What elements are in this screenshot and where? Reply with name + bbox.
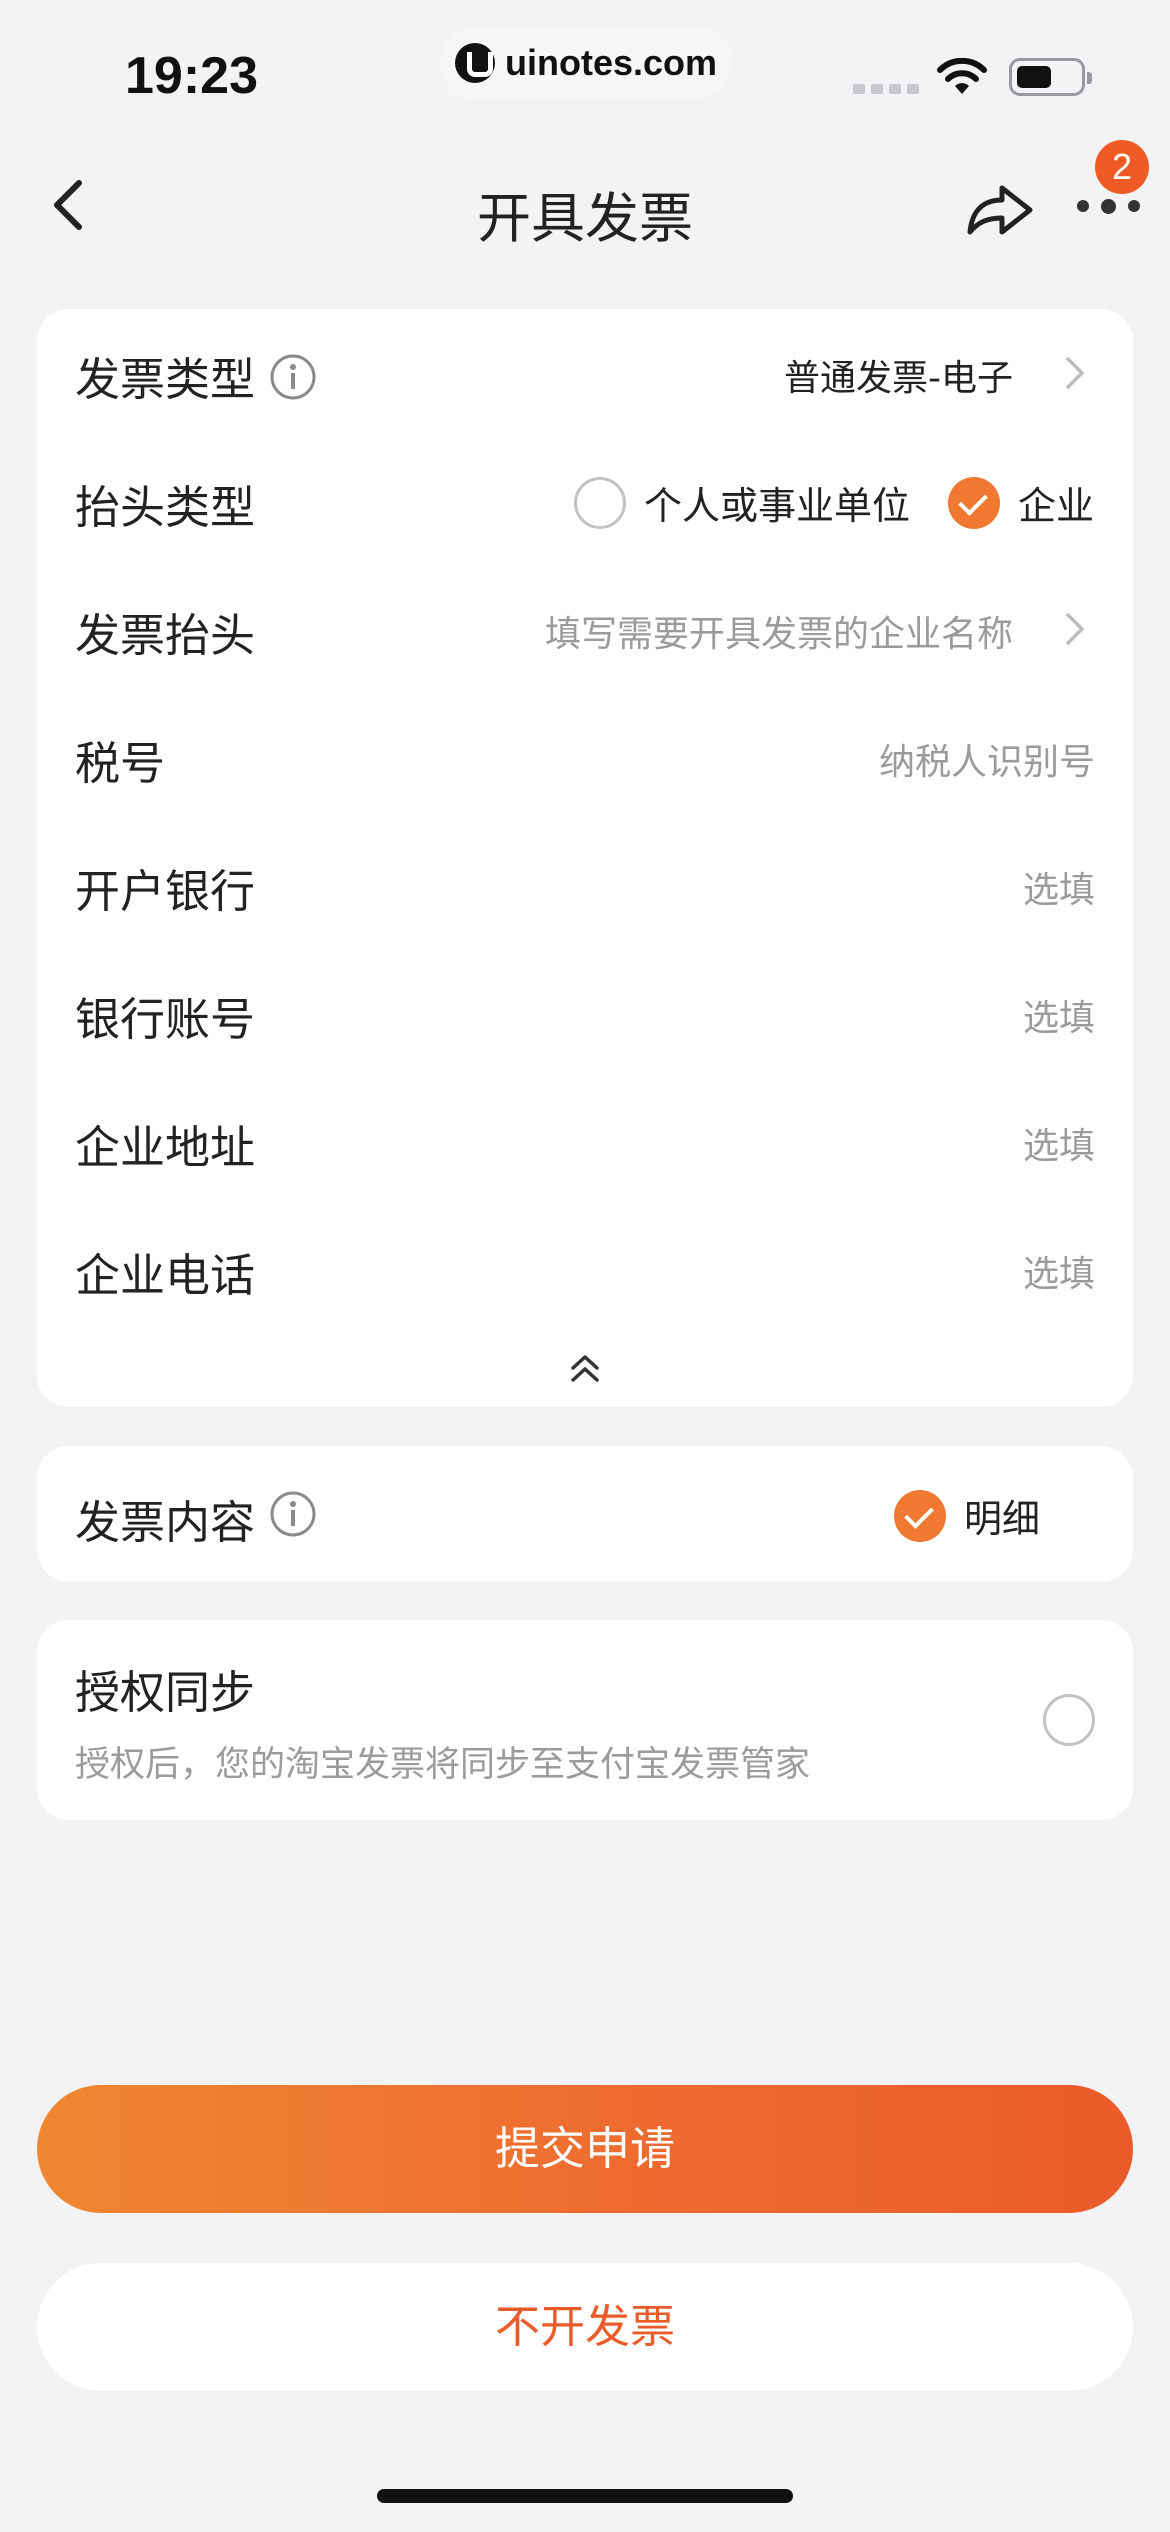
tax-number-label: 税号 bbox=[75, 737, 166, 790]
site-logo-icon bbox=[454, 43, 495, 83]
company-phone-label: 企业电话 bbox=[75, 1249, 256, 1302]
info-icon[interactable] bbox=[269, 353, 317, 401]
radio-personal[interactable] bbox=[574, 476, 626, 529]
invoice-title-label: 发票抬头 bbox=[75, 609, 256, 662]
company-phone-row[interactable]: 企业电话 选填 bbox=[37, 1205, 1133, 1333]
bank-account-label: 银行账号 bbox=[75, 993, 256, 1046]
title-type-option-personal[interactable]: 个人或事业单位 bbox=[574, 475, 910, 530]
bank-account-input[interactable]: 选填 bbox=[1023, 989, 1095, 1041]
battery-icon bbox=[1009, 58, 1092, 96]
no-invoice-button[interactable]: 不开发票 bbox=[37, 2263, 1133, 2391]
company-address-input[interactable]: 选填 bbox=[1023, 1117, 1095, 1169]
bank-account-row[interactable]: 银行账号 选填 bbox=[37, 949, 1133, 1077]
radio-detail-checked[interactable] bbox=[894, 1489, 946, 1542]
url-pill[interactable]: uinotes.com bbox=[440, 26, 732, 100]
tax-number-input[interactable]: 纳税人识别号 bbox=[879, 733, 1095, 785]
invoice-type-row[interactable]: 发票类型 普通发票-电子 bbox=[37, 309, 1133, 437]
share-icon bbox=[967, 185, 1033, 235]
chevron-right-icon bbox=[1066, 613, 1084, 645]
content-option-detail[interactable]: 明细 bbox=[894, 1488, 1040, 1543]
tax-number-row[interactable]: 税号 纳税人识别号 bbox=[37, 693, 1133, 821]
chevron-right-icon bbox=[1066, 357, 1084, 389]
collapse-up-icon[interactable] bbox=[565, 1350, 605, 1390]
company-address-label: 企业地址 bbox=[75, 1121, 256, 1174]
title-type-option-company[interactable]: 企业 bbox=[948, 475, 1094, 530]
invoice-details-card: 发票类型 普通发票-电子 抬头类型 个人或事业单位 企业 发票抬头 填写需要开具… bbox=[37, 309, 1133, 1407]
wifi-icon bbox=[937, 58, 987, 94]
navigation-bar: 开具发票 bbox=[0, 150, 1170, 260]
auth-sync-description: 授权后，您的淘宝发票将同步至支付宝发票管家 bbox=[75, 1745, 811, 1785]
auth-sync-card: 授权同步 授权后，您的淘宝发票将同步至支付宝发票管家 bbox=[37, 1620, 1133, 1820]
invoice-type-value: 普通发票-电子 bbox=[784, 358, 1013, 399]
invoice-content-card: 发票内容 明细 bbox=[37, 1446, 1133, 1582]
bank-input[interactable]: 选填 bbox=[1023, 861, 1095, 913]
option-detail-label: 明细 bbox=[964, 1497, 1041, 1541]
title-type-label: 抬头类型 bbox=[75, 481, 256, 534]
home-indicator bbox=[377, 2489, 793, 2503]
invoice-type-label: 发票类型 bbox=[75, 353, 256, 406]
company-address-row[interactable]: 企业地址 选填 bbox=[37, 1077, 1133, 1205]
option-company-label: 企业 bbox=[1018, 484, 1095, 528]
option-personal-label: 个人或事业单位 bbox=[644, 484, 911, 528]
more-dots-icon bbox=[1076, 200, 1089, 212]
info-icon[interactable] bbox=[269, 1490, 317, 1538]
title-type-row: 抬头类型 个人或事业单位 企业 bbox=[37, 437, 1133, 565]
invoice-title-row[interactable]: 发票抬头 填写需要开具发票的企业名称 bbox=[37, 565, 1133, 693]
radio-company-checked[interactable] bbox=[948, 476, 1000, 529]
auth-sync-title: 授权同步 bbox=[75, 1666, 256, 1719]
company-phone-input[interactable]: 选填 bbox=[1023, 1245, 1095, 1297]
invoice-content-label: 发票内容 bbox=[75, 1496, 256, 1549]
submit-button[interactable]: 提交申请 bbox=[37, 2085, 1133, 2213]
auth-sync-radio[interactable] bbox=[1043, 1694, 1095, 1746]
invoice-title-input[interactable]: 填写需要开具发票的企业名称 bbox=[545, 605, 1013, 657]
share-button[interactable] bbox=[962, 172, 1040, 242]
cellular-signal-icon bbox=[853, 84, 919, 94]
bank-row[interactable]: 开户银行 选填 bbox=[37, 821, 1133, 949]
status-time: 19:23 bbox=[125, 47, 258, 105]
notification-badge: 2 bbox=[1095, 140, 1149, 194]
bank-label: 开户银行 bbox=[75, 865, 256, 918]
url-text: uinotes.com bbox=[504, 42, 718, 83]
status-bar: 19:23 uinotes.com bbox=[0, 0, 1170, 140]
